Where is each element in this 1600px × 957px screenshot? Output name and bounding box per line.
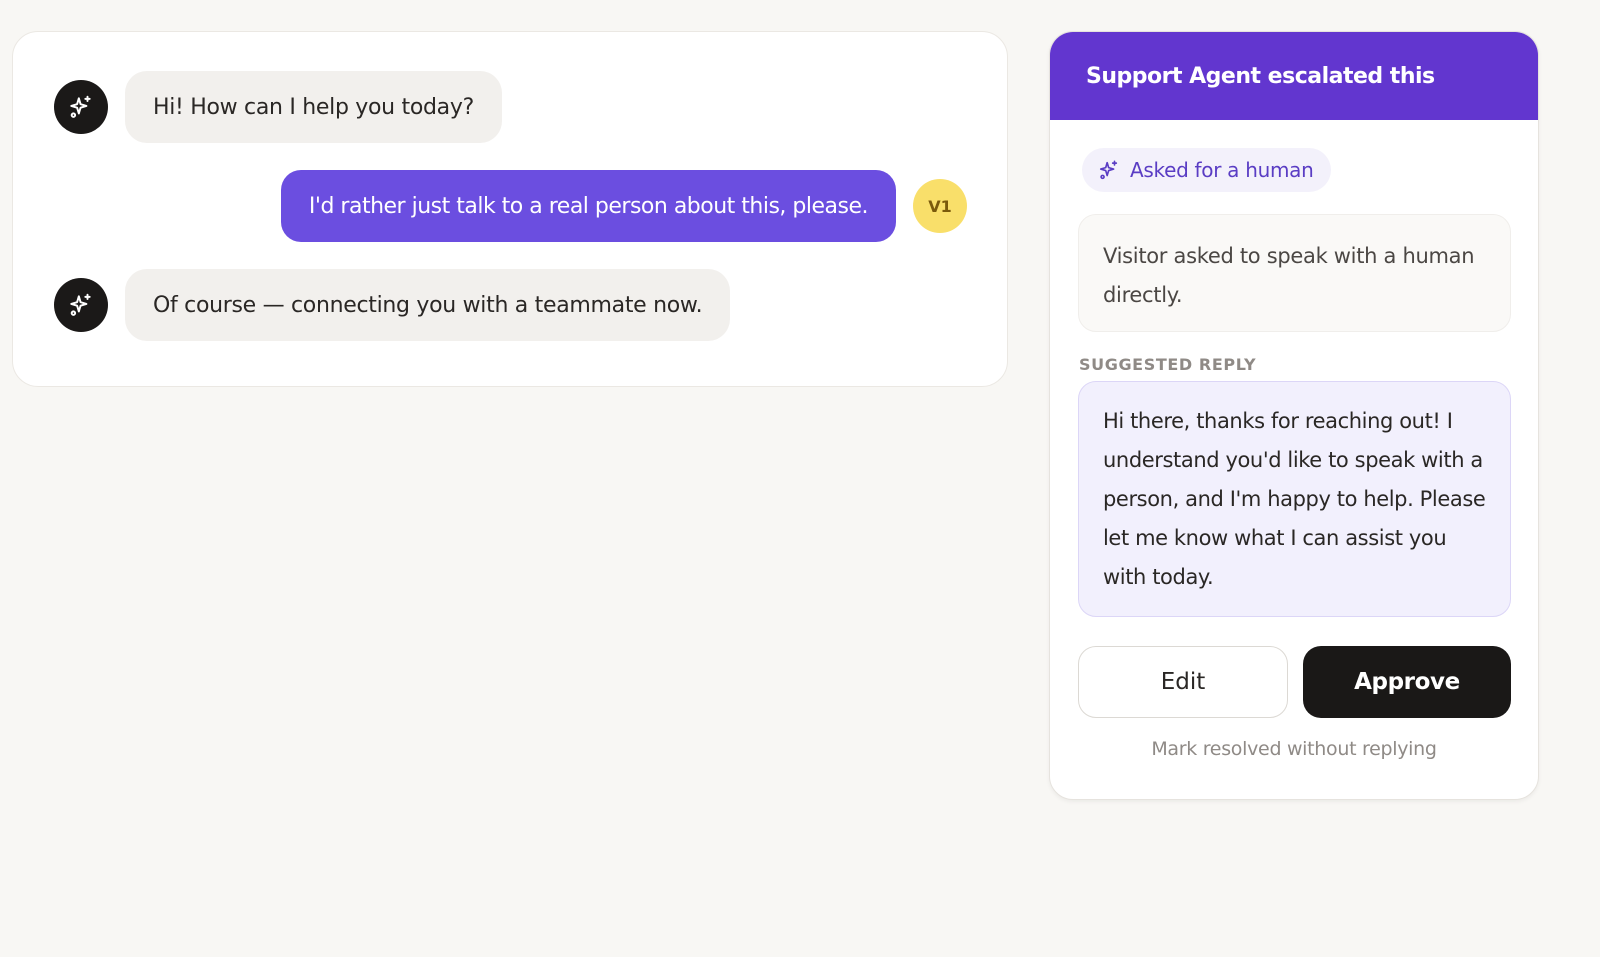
user-message-bubble: I'd rather just talk to a real person ab… bbox=[280, 170, 896, 242]
bot-avatar bbox=[54, 80, 108, 134]
panel-title: Support Agent escalated this bbox=[1050, 32, 1538, 120]
bot-avatar bbox=[54, 278, 108, 332]
reason-chip-label: Asked for a human bbox=[1130, 158, 1314, 182]
approve-button[interactable]: Approve bbox=[1303, 646, 1511, 718]
edit-button[interactable]: Edit bbox=[1078, 646, 1288, 718]
escalation-reason-chip: Asked for a human bbox=[1082, 148, 1332, 192]
bot-message: Of course — connecting you with a teamma… bbox=[54, 269, 731, 341]
bot-message: Hi! How can I help you today? bbox=[54, 71, 502, 143]
escalation-panel: Support Agent escalated this Asked for a… bbox=[1049, 31, 1539, 800]
suggested-reply-label: SUGGESTED REPLY bbox=[1079, 355, 1257, 374]
chat-transcript: Hi! How can I help you today? I'd rather… bbox=[12, 31, 1008, 387]
suggested-reply-text[interactable]: Hi there, thanks for reaching out! I und… bbox=[1078, 381, 1511, 617]
bot-message-bubble: Hi! How can I help you today? bbox=[125, 71, 502, 143]
mark-resolved-link[interactable]: Mark resolved without replying bbox=[1050, 738, 1538, 760]
user-message: I'd rather just talk to a real person ab… bbox=[280, 170, 967, 242]
visitor-avatar: V1 bbox=[913, 179, 967, 233]
bot-message-bubble: Of course — connecting you with a teamma… bbox=[125, 269, 731, 341]
sparkles-icon bbox=[1099, 160, 1118, 180]
sparkles-icon bbox=[70, 293, 91, 316]
escalation-reason-detail: Visitor asked to speak with a human dire… bbox=[1078, 214, 1511, 332]
sparkles-icon bbox=[70, 95, 91, 118]
